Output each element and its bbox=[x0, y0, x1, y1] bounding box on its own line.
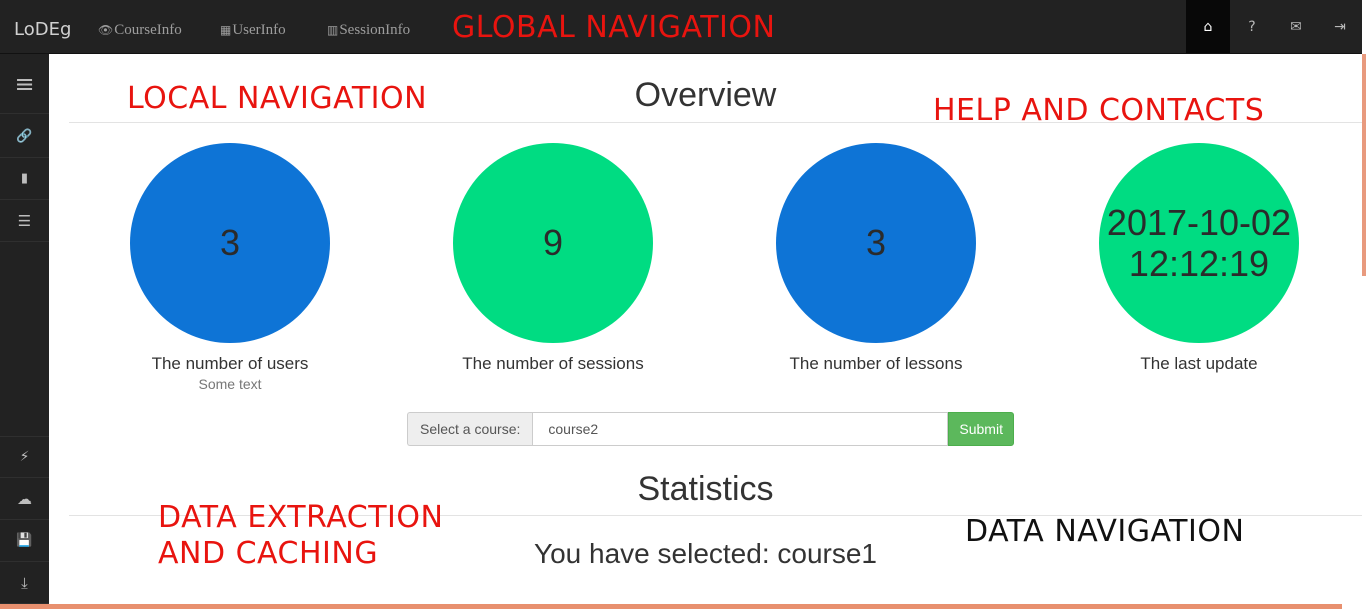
stat-label-lessons: The number of lessons bbox=[789, 354, 963, 373]
annotation-data-extraction-line1: DATA EXTRACTION bbox=[158, 500, 444, 535]
local-navigation-sidebar: ≡ 🔗 ▮ ☰ ⚡ ☁ 💾 ⤓ bbox=[0, 54, 49, 604]
envelope-icon[interactable]: ✉ bbox=[1274, 0, 1318, 53]
cloud-upload-icon[interactable]: ☁ bbox=[0, 478, 49, 520]
nav-link-label: SessionInfo bbox=[339, 22, 411, 38]
logout-icon[interactable]: ⇥ bbox=[1318, 0, 1362, 53]
barcode-icon: ▥ bbox=[327, 23, 339, 37]
nav-link-userinfo[interactable]: ▦UserInfo bbox=[220, 22, 286, 39]
stat-label-sessions: The number of sessions bbox=[462, 354, 644, 373]
nav-link-sessioninfo[interactable]: ▥SessionInfo bbox=[327, 22, 410, 39]
course-select-form: Select a course: course2 Submit bbox=[407, 412, 1014, 446]
eye-icon: 👁 bbox=[98, 23, 114, 37]
vertical-scrollbar[interactable] bbox=[1362, 54, 1366, 276]
nav-link-label: UserInfo bbox=[232, 22, 286, 38]
stat-label-last-update: The last update bbox=[1140, 354, 1258, 373]
last-update-time: 12:12:19 bbox=[1128, 243, 1270, 284]
nav-link-courseinfo[interactable]: 👁CourseInfo bbox=[98, 22, 182, 39]
global-navbar: LoDEg 👁CourseInfo ▦UserInfo ▥SessionInfo… bbox=[0, 0, 1362, 54]
navbar-right-icons: ⌂ ? ✉ ⇥ bbox=[1186, 0, 1362, 53]
annotation-data-extraction-line2: AND CACHING bbox=[158, 536, 379, 571]
course-select-label: Select a course: bbox=[407, 412, 533, 446]
stat-circle-last-update: 2017-10-02 12:12:19 bbox=[1099, 143, 1299, 343]
question-icon[interactable]: ? bbox=[1230, 0, 1274, 53]
stat-label-users: The number of users bbox=[151, 354, 309, 373]
course-select-dropdown[interactable]: course2 bbox=[532, 412, 949, 446]
qrcode-icon: ▦ bbox=[220, 23, 232, 37]
annotation-local-navigation: LOCAL NAVIGATION bbox=[127, 81, 428, 116]
submit-button[interactable]: Submit bbox=[948, 412, 1014, 446]
brand-logo[interactable]: LoDEg bbox=[14, 19, 71, 40]
stat-circle-users: 3 bbox=[130, 143, 330, 343]
bottom-border bbox=[0, 604, 1342, 609]
bar-chart-icon[interactable]: ▮ bbox=[0, 158, 49, 200]
annotation-data-navigation: DATA NAVIGATION bbox=[965, 514, 1245, 549]
link-icon[interactable]: 🔗 bbox=[0, 116, 49, 158]
menu-icon[interactable]: ≡ bbox=[0, 54, 49, 114]
stat-circle-lessons: 3 bbox=[776, 143, 976, 343]
download-icon[interactable]: ⤓ bbox=[0, 562, 49, 604]
flash-icon[interactable]: ⚡ bbox=[0, 436, 49, 478]
nav-link-label: CourseInfo bbox=[114, 22, 182, 38]
annotation-help-and-contacts: HELP AND CONTACTS bbox=[933, 93, 1265, 128]
home-icon[interactable]: ⌂ bbox=[1186, 0, 1230, 53]
save-icon[interactable]: 💾 bbox=[0, 520, 49, 562]
stat-circle-sessions: 9 bbox=[453, 143, 653, 343]
stat-sublabel-users: Some text bbox=[198, 376, 262, 392]
list-icon[interactable]: ☰ bbox=[0, 200, 49, 242]
annotation-global-navigation: GLOBAL NAVIGATION bbox=[452, 10, 776, 45]
last-update-date: 2017-10-02 bbox=[1106, 201, 1292, 243]
course-select-value: course2 bbox=[548, 421, 599, 437]
